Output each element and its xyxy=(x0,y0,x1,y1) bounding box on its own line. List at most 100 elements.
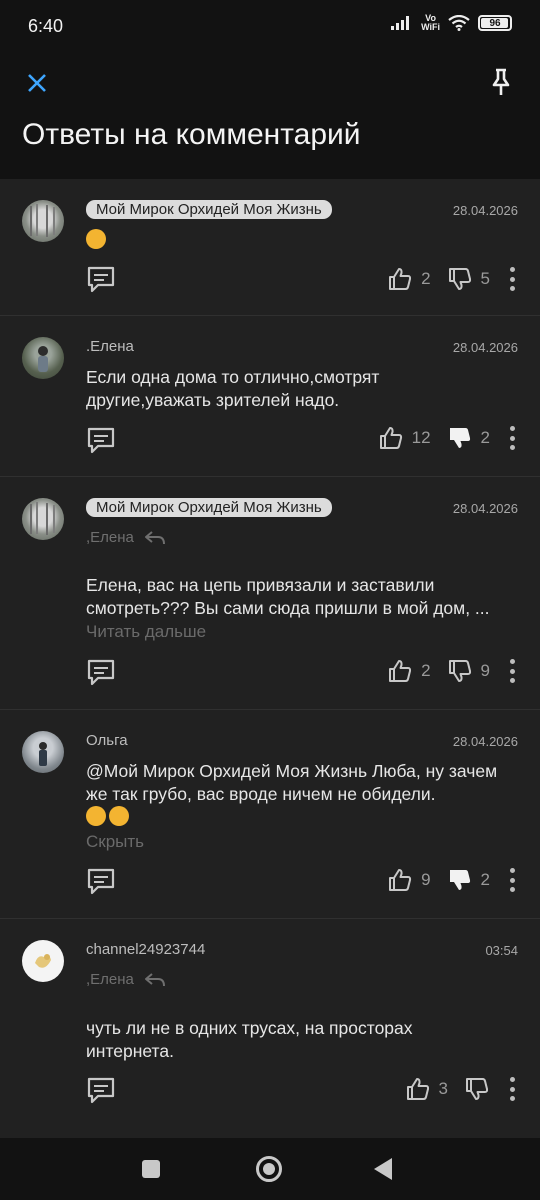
hide-link[interactable]: Скрыть xyxy=(86,832,144,852)
comment-date: 03:54 xyxy=(485,943,518,958)
dislike-count: 9 xyxy=(480,661,490,680)
reply-arrow-icon xyxy=(144,530,165,544)
dislike-count: 5 xyxy=(480,269,490,288)
more-vertical-icon[interactable] xyxy=(506,425,518,451)
pensive-face-emoji xyxy=(109,806,129,826)
pin-icon[interactable] xyxy=(486,66,516,98)
comment-date: 28.04.2026 xyxy=(452,203,518,218)
system-nav-bar xyxy=(0,1138,540,1200)
vowifi-indicator: Vo WiFi xyxy=(421,14,440,32)
avatar-image xyxy=(30,502,55,535)
comment-item: channel24923744 03:54 ,Елена чуть ли не … xyxy=(0,919,540,1138)
avatar-image xyxy=(39,742,47,766)
status-bar: 6:40 Vo WiFi 96 xyxy=(0,0,540,52)
read-more-link[interactable]: Читать дальше xyxy=(86,622,206,642)
header: Ответы на комментарий xyxy=(0,52,540,179)
like-count: 2 xyxy=(421,269,431,288)
reply-icon[interactable] xyxy=(86,426,116,454)
home-icon[interactable] xyxy=(256,1156,282,1182)
like-button[interactable]: 12 xyxy=(378,425,447,451)
comment-actions: 9 2 xyxy=(387,866,518,894)
avatar[interactable] xyxy=(22,940,64,982)
dislike-count: 2 xyxy=(480,428,490,447)
more-vertical-icon[interactable] xyxy=(506,867,518,893)
avatar[interactable] xyxy=(22,337,64,379)
more-vertical-icon[interactable] xyxy=(506,266,518,292)
reply-icon[interactable] xyxy=(86,1076,116,1104)
comment-text: Елена, вас на цепь привязали и заставили… xyxy=(86,575,490,618)
comment-text: Если одна дома то отлично,смотрят другие… xyxy=(86,367,380,410)
more-vertical-icon[interactable] xyxy=(506,658,518,684)
dislike-button-active[interactable]: 2 xyxy=(447,867,506,893)
comment-date: 28.04.2026 xyxy=(452,340,518,355)
recent-apps-icon[interactable] xyxy=(142,1160,160,1178)
comment-actions: 3 xyxy=(405,1075,518,1103)
comment-item: Ольга 28.04.2026 @Мой Мирок Орхидей Моя … xyxy=(0,710,540,919)
thumb-up-icon xyxy=(379,427,402,449)
avatar-image xyxy=(38,346,48,372)
like-count: 2 xyxy=(421,661,431,680)
like-button[interactable]: 3 xyxy=(405,1076,464,1102)
comment-author[interactable]: channel24923744 xyxy=(86,941,205,958)
reply-to[interactable]: ,Елена xyxy=(86,529,166,546)
dislike-button-active[interactable]: 2 xyxy=(447,425,506,451)
avatar-image xyxy=(35,954,51,968)
page-title: Ответы на комментарий xyxy=(22,118,361,151)
reply-to-name: ,Елена xyxy=(86,529,134,546)
thumb-up-icon xyxy=(389,660,412,682)
battery-indicator: 96 xyxy=(478,15,512,31)
avatar[interactable] xyxy=(22,731,64,773)
reply-arrow-icon xyxy=(144,972,165,986)
reply-icon[interactable] xyxy=(86,265,116,293)
comment-actions: 12 2 xyxy=(378,424,518,452)
comment-text: чуть ли не в одних трусах, на просторах … xyxy=(86,1018,413,1061)
comment-actions: 2 5 xyxy=(387,265,518,293)
like-count: 3 xyxy=(438,1079,448,1098)
reply-to-name: ,Елена xyxy=(86,971,134,988)
thumb-up-icon xyxy=(389,869,412,891)
thumb-up-icon xyxy=(406,1078,429,1100)
close-icon[interactable] xyxy=(22,68,52,98)
like-count: 9 xyxy=(421,870,431,889)
thumb-down-icon xyxy=(448,660,471,682)
like-button[interactable]: 2 xyxy=(387,266,446,292)
dislike-count: 2 xyxy=(480,870,490,889)
reply-icon[interactable] xyxy=(86,658,116,686)
comment-actions: 2 9 xyxy=(387,657,518,685)
comment-item: Мой Мирок Орхидей Моя Жизнь 28.04.2026 2… xyxy=(0,179,540,316)
reply-to[interactable]: ,Елена xyxy=(86,971,166,988)
back-icon[interactable] xyxy=(374,1158,392,1180)
comment-author[interactable]: .Елена xyxy=(86,338,134,355)
avatar[interactable] xyxy=(22,200,64,242)
comment-item: .Елена 28.04.2026 Если одна дома то отли… xyxy=(0,316,540,477)
comment-author[interactable]: Ольга xyxy=(86,732,128,749)
like-count: 12 xyxy=(411,428,431,447)
dislike-button[interactable]: 5 xyxy=(447,266,506,292)
status-icons: Vo WiFi 96 xyxy=(391,14,512,32)
avatar[interactable] xyxy=(22,498,64,540)
thumb-up-icon xyxy=(389,268,412,290)
comment-text: @Мой Мирок Орхидей Моя Жизнь Люба, ну за… xyxy=(86,760,522,829)
more-vertical-icon[interactable] xyxy=(506,1076,518,1102)
avatar-image xyxy=(30,204,55,237)
thumb-down-filled-icon xyxy=(449,428,470,448)
status-time: 6:40 xyxy=(28,16,64,36)
comment-author[interactable]: Мой Мирок Орхидей Моя Жизнь xyxy=(86,200,332,219)
comment-author[interactable]: Мой Мирок Орхидей Моя Жизнь xyxy=(86,498,332,517)
like-button[interactable]: 9 xyxy=(387,867,446,893)
wifi-icon xyxy=(448,15,470,31)
battery-level: 96 xyxy=(489,17,501,29)
comment-date: 28.04.2026 xyxy=(452,734,518,749)
signal-icon xyxy=(391,16,410,30)
comment-text xyxy=(86,229,522,252)
like-button[interactable]: 2 xyxy=(387,658,446,684)
thumb-down-icon xyxy=(448,268,471,290)
dislike-button[interactable] xyxy=(464,1076,490,1102)
reply-icon[interactable] xyxy=(86,867,116,895)
comment-date: 28.04.2026 xyxy=(452,501,518,516)
comment-item: Мой Мирок Орхидей Моя Жизнь 28.04.2026 ,… xyxy=(0,477,540,710)
dislike-button[interactable]: 9 xyxy=(447,658,506,684)
kissing-face-emoji xyxy=(86,229,106,249)
comment-text-body: @Мой Мирок Орхидей Моя Жизнь Люба, ну за… xyxy=(86,761,498,804)
thinking-face-emoji xyxy=(86,806,106,826)
